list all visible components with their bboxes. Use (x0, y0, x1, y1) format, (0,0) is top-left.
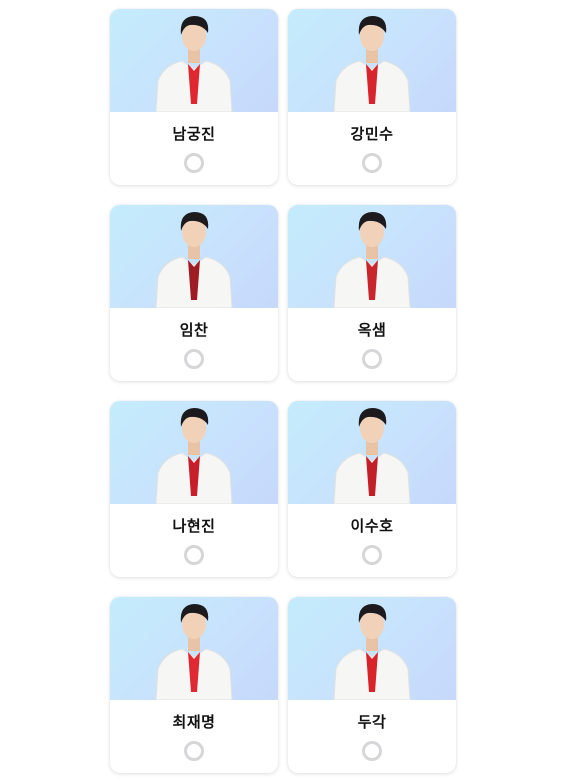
candidate-card[interactable]: 최재명 (110, 597, 278, 773)
candidate-photo (288, 205, 456, 308)
candidate-name: 남궁진 (172, 125, 216, 143)
select-radio[interactable] (184, 741, 204, 761)
person-figure (333, 16, 411, 112)
candidate-grid: 남궁진 강민수 임찬 옥샘 나현진 이수호 최재명 두각 (110, 9, 456, 773)
select-radio[interactable] (184, 153, 204, 173)
person-figure (155, 604, 233, 700)
candidate-card[interactable]: 임찬 (110, 205, 278, 381)
candidate-name: 강민수 (350, 125, 394, 143)
candidate-name: 두각 (357, 713, 387, 731)
candidate-photo (288, 9, 456, 112)
select-radio[interactable] (362, 545, 382, 565)
select-radio[interactable] (184, 349, 204, 369)
candidate-name: 나현진 (172, 517, 216, 535)
select-radio[interactable] (184, 545, 204, 565)
person-figure (333, 604, 411, 700)
candidate-photo (110, 205, 278, 308)
candidate-card[interactable]: 두각 (288, 597, 456, 773)
candidate-name: 임찬 (179, 321, 209, 339)
candidate-name: 옥샘 (357, 321, 387, 339)
select-radio[interactable] (362, 349, 382, 369)
person-figure (155, 408, 233, 504)
candidate-card[interactable]: 이수호 (288, 401, 456, 577)
person-figure (333, 408, 411, 504)
candidate-name: 이수호 (350, 517, 394, 535)
candidate-card[interactable]: 옥샘 (288, 205, 456, 381)
candidate-photo (288, 401, 456, 504)
candidate-photo (288, 597, 456, 700)
candidate-name: 최재명 (172, 713, 216, 731)
person-figure (333, 212, 411, 308)
select-radio[interactable] (362, 741, 382, 761)
candidate-card[interactable]: 나현진 (110, 401, 278, 577)
person-figure (155, 16, 233, 112)
candidate-photo (110, 9, 278, 112)
candidate-photo (110, 401, 278, 504)
candidate-photo (110, 597, 278, 700)
person-figure (155, 212, 233, 308)
select-radio[interactable] (362, 153, 382, 173)
candidate-card[interactable]: 강민수 (288, 9, 456, 185)
candidate-card[interactable]: 남궁진 (110, 9, 278, 185)
